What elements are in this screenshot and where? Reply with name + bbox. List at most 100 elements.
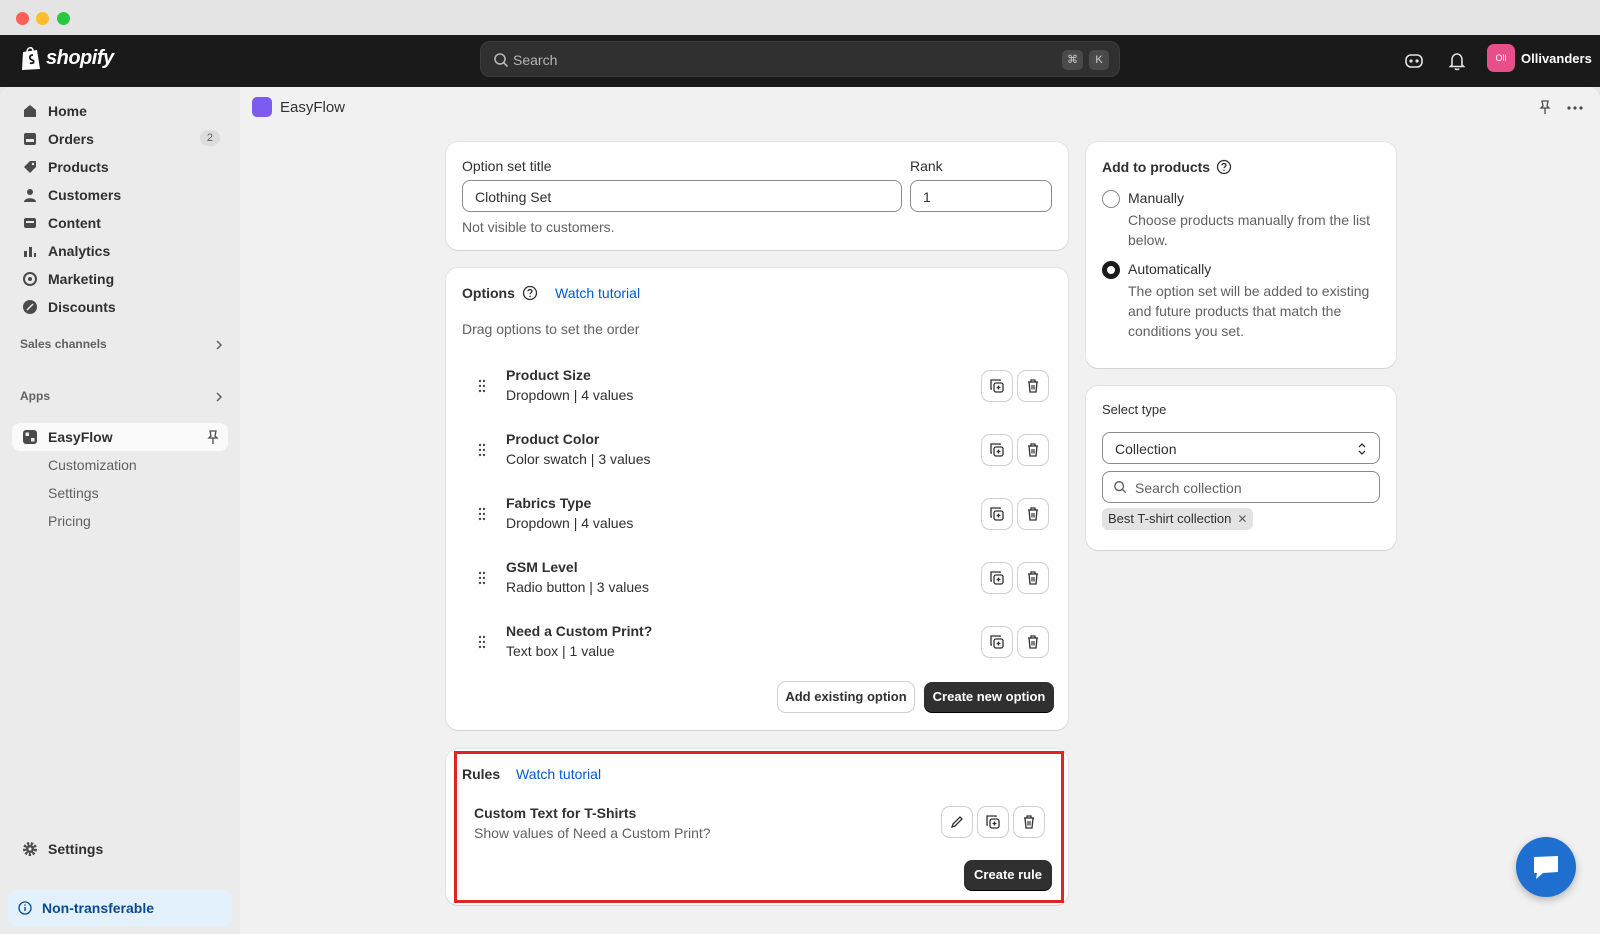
minimize-window-button[interactable] (36, 12, 49, 25)
trash-icon (1028, 635, 1038, 649)
collection-tag-label: Best T-shirt collection (1108, 511, 1232, 526)
more-icon[interactable] (1566, 105, 1584, 111)
pin-icon[interactable] (206, 429, 220, 445)
delete-option-button[interactable] (1018, 371, 1048, 401)
option-set-title-input[interactable]: Clothing Set (462, 180, 902, 212)
list-item[interactable]: Product Size Dropdown | 4 values (462, 361, 1058, 417)
drag-handle-icon[interactable] (478, 571, 486, 585)
add-to-products-title: Add to products (1102, 159, 1211, 175)
options-card: Options Watch tutorial Drag options to s… (446, 268, 1068, 730)
duplicate-icon (990, 443, 1004, 457)
shortcut-k-key: K (1089, 50, 1109, 70)
duplicate-option-button[interactable] (982, 499, 1012, 529)
sidebar-item-pricing[interactable]: Pricing (12, 507, 228, 535)
analytics-icon (24, 247, 36, 257)
sidebar-item-customization[interactable]: Customization (12, 451, 228, 479)
rank-input[interactable]: 1 (910, 180, 1052, 212)
store-avatar: Oll (1487, 44, 1515, 72)
sidebar-item-settings[interactable]: Settings (12, 835, 228, 863)
select-type-dropdown[interactable]: Collection (1102, 432, 1380, 464)
sidebar-item-label: Orders (48, 131, 94, 147)
drag-handle-icon[interactable] (478, 507, 486, 521)
discount-icon (23, 300, 37, 314)
apps-heading[interactable]: Apps (20, 389, 50, 403)
duplicate-icon (990, 571, 1004, 585)
duplicate-option-button[interactable] (982, 563, 1012, 593)
sidebar-item-customers[interactable]: Customers (12, 181, 228, 209)
option-set-title-value: Clothing Set (475, 189, 552, 205)
sidebar-item-label: Pricing (48, 513, 91, 529)
search-collection-input[interactable]: Search collection (1102, 471, 1380, 503)
info-icon (18, 901, 32, 915)
sidebar-item-analytics[interactable]: Analytics (12, 237, 228, 265)
shopify-logo[interactable]: shopify (20, 45, 114, 71)
sidebar-item-label: Settings (48, 485, 99, 501)
drag-handle-icon[interactable] (478, 635, 486, 649)
select-type-value: Collection (1115, 441, 1177, 457)
chevron-right-icon[interactable] (214, 392, 224, 402)
remove-tag-icon[interactable]: ✕ (1237, 508, 1247, 530)
trash-icon (1028, 571, 1038, 585)
chevron-right-icon[interactable] (214, 340, 224, 350)
manually-radio[interactable] (1102, 190, 1120, 208)
collection-tag: Best T-shirt collection ✕ (1102, 508, 1254, 530)
option-name: Need a Custom Print? (506, 623, 653, 639)
search-placeholder: Search (513, 52, 558, 68)
automatically-radio[interactable] (1102, 261, 1120, 279)
sidebar-item-app-settings[interactable]: Settings (12, 479, 228, 507)
select-arrows-icon (1358, 443, 1366, 455)
drag-handle-icon[interactable] (478, 443, 486, 457)
sidebar-item-marketing[interactable]: Marketing (12, 265, 228, 293)
question-circle-icon[interactable] (1216, 159, 1232, 175)
store-name: Ollivanders (1521, 50, 1592, 66)
non-transferable-banner[interactable]: Non-transferable (8, 890, 232, 926)
pin-icon[interactable] (1538, 99, 1552, 115)
delete-option-button[interactable] (1018, 563, 1048, 593)
tag-icon (24, 161, 36, 173)
select-type-label: Select type (1102, 402, 1167, 417)
bell-icon[interactable] (1445, 49, 1469, 73)
list-item[interactable]: Product Color Color swatch | 3 values (462, 425, 1058, 481)
list-item[interactable]: Fabrics Type Dropdown | 4 values (462, 489, 1058, 545)
sidebar-item-easyflow[interactable]: EasyFlow (12, 423, 228, 451)
sidekick-icon[interactable] (1402, 49, 1426, 73)
sidebar-item-discounts[interactable]: Discounts (12, 293, 228, 321)
list-item[interactable]: Need a Custom Print? Text box | 1 value (462, 617, 1058, 673)
question-circle-icon[interactable] (522, 285, 538, 301)
options-watch-tutorial-link[interactable]: Watch tutorial (555, 285, 640, 301)
close-window-button[interactable] (16, 12, 29, 25)
sidebar-item-content[interactable]: Content (12, 209, 228, 237)
orders-icon (24, 133, 36, 145)
sidebar-item-label: EasyFlow (48, 429, 113, 445)
rank-label: Rank (910, 158, 943, 174)
sidebar-item-label: Customers (48, 187, 122, 203)
option-description: Dropdown | 4 values (506, 387, 634, 403)
create-new-option-button[interactable]: Create new option (924, 682, 1054, 712)
sidebar-item-products[interactable]: Products (12, 153, 228, 181)
store-switcher[interactable]: Oll Ollivanders (1487, 44, 1592, 72)
trash-icon (1028, 507, 1038, 521)
sidebar-item-label: Discounts (48, 299, 116, 315)
sidebar-item-label: Products (48, 159, 109, 175)
sales-channels-heading[interactable]: Sales channels (20, 337, 107, 351)
duplicate-option-button[interactable] (982, 627, 1012, 657)
options-title: Options (462, 285, 515, 301)
maximize-window-button[interactable] (57, 12, 70, 25)
sidebar-item-orders[interactable]: Orders 2 (12, 125, 228, 153)
search-bar[interactable]: Search ⌘ K (480, 41, 1120, 77)
delete-option-button[interactable] (1018, 499, 1048, 529)
delete-option-button[interactable] (1018, 627, 1048, 657)
easyflow-logo-icon (252, 97, 272, 117)
duplicate-option-button[interactable] (982, 371, 1012, 401)
content-icon (24, 218, 36, 228)
list-item[interactable]: GSM Level Radio button | 3 values (462, 553, 1058, 609)
option-set-card: Option set title Clothing Set Rank 1 Not… (446, 142, 1068, 250)
delete-option-button[interactable] (1018, 435, 1048, 465)
duplicate-option-button[interactable] (982, 435, 1012, 465)
add-to-products-card: Add to products Manually Choose products… (1086, 142, 1396, 368)
add-existing-option-button[interactable]: Add existing option (778, 682, 914, 712)
sidebar-item-home[interactable]: Home (12, 97, 228, 125)
easyflow-app-icon (23, 430, 37, 444)
chat-button[interactable] (1516, 837, 1576, 897)
drag-handle-icon[interactable] (478, 379, 486, 393)
